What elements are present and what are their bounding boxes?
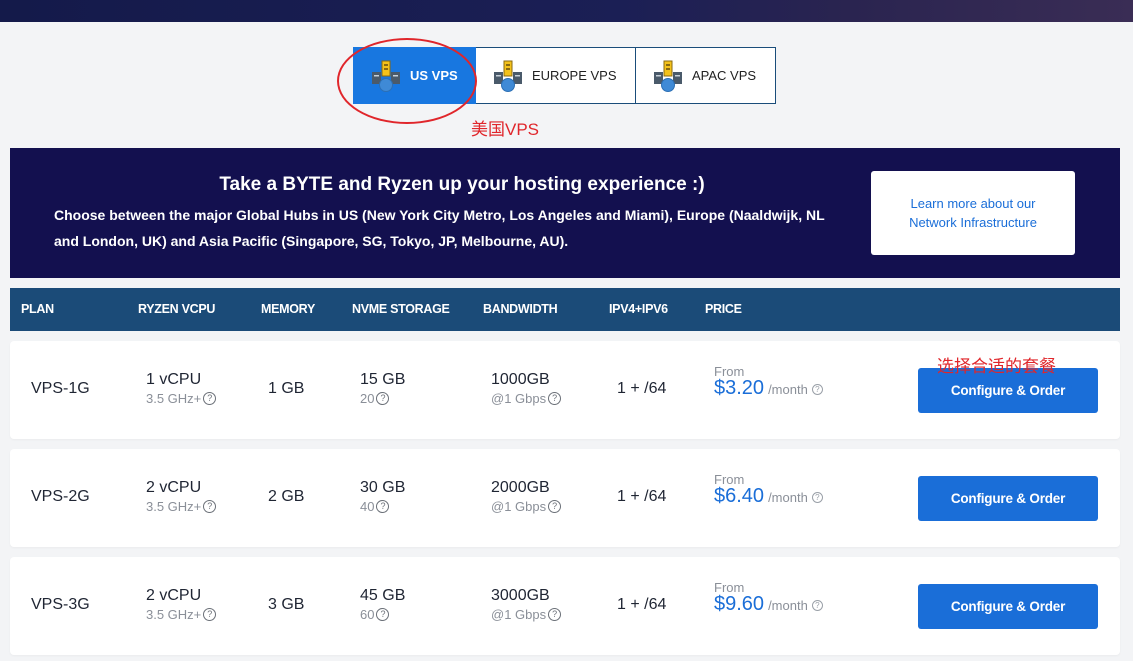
price-cell: From $9.60 /month? <box>714 580 823 616</box>
annotation-us-vps: 美国VPS <box>471 120 540 139</box>
storage-cell: 45 GB 60? <box>360 587 405 622</box>
header-memory: MEMORY <box>261 302 315 316</box>
banner-title: Take a BYTE and Ryzen up your hosting ex… <box>219 174 705 195</box>
price-value: $6.40 <box>714 485 765 507</box>
region-tabs: US VPS EUROPE VPS APAC VPS <box>353 47 776 104</box>
price-value: $9.60 <box>714 593 765 615</box>
header-ryzen-vcpu: RYZEN VCPU <box>138 302 216 316</box>
storage-sub: 20 <box>360 391 375 406</box>
storage-sub: 60 <box>360 607 375 622</box>
bandwidth-cell: 2000GB @1 Gbps? <box>491 479 562 514</box>
plan-name: VPS-1G <box>31 380 90 397</box>
storage-cell: 15 GB 20? <box>360 371 405 406</box>
help-icon[interactable]: ? <box>811 492 823 503</box>
vcpu-speed: 3.5 GHz+ <box>146 499 202 514</box>
hosting-banner: Take a BYTE and Ryzen up your hosting ex… <box>10 148 1120 278</box>
help-icon[interactable]: ? <box>376 500 390 513</box>
table-header: PLAN RYZEN VCPU MEMORY NVME STORAGE BAND… <box>10 288 1120 331</box>
memory-value: 3 GB <box>268 596 305 613</box>
tab-us-vps-label: US VPS <box>410 68 458 83</box>
header-plan: PLAN <box>21 302 54 316</box>
vcpu-value: 2 vCPU <box>146 479 202 496</box>
annotation-choose-plan: 选择合适的套餐 <box>937 357 1056 376</box>
bandwidth-speed: @1 Gbps <box>491 391 547 406</box>
header-bandwidth: BANDWIDTH <box>483 302 558 316</box>
bandwidth-speed: @1 Gbps <box>491 499 547 514</box>
vcpu-value: 1 vCPU <box>146 371 202 388</box>
banner-description: Choose between the major Global Hubs in … <box>54 207 825 249</box>
tab-apac-vps[interactable]: APAC VPS <box>636 47 776 104</box>
vcpu-cell: 2 vCPU 3.5 GHz+? <box>146 587 217 622</box>
ip-value: 1 + /64 <box>617 380 667 397</box>
price-period: /month <box>768 382 808 397</box>
bandwidth-value: 3000GB <box>491 587 550 604</box>
bandwidth-cell: 1000GB @1 Gbps? <box>491 371 562 406</box>
help-icon[interactable]: ? <box>376 392 390 405</box>
storage-sub: 40 <box>360 499 375 514</box>
plan-name: VPS-3G <box>31 596 90 613</box>
storage-cell: 30 GB 40? <box>360 479 405 514</box>
ip-value: 1 + /64 <box>617 488 667 505</box>
learn-more-button[interactable]: Learn more about our Network Infrastruct… <box>871 171 1075 255</box>
help-icon[interactable]: ? <box>203 500 217 513</box>
table-row: VPS-2G 2 vCPU 3.5 GHz+? 2 GB 30 GB 40? 2… <box>10 449 1120 547</box>
ip-value: 1 + /64 <box>617 596 667 613</box>
bandwidth-value: 2000GB <box>491 479 550 496</box>
tab-europe-vps-label: EUROPE VPS <box>532 68 617 83</box>
server-icon <box>372 60 400 92</box>
vcpu-speed: 3.5 GHz+ <box>146 391 202 406</box>
help-icon[interactable]: ? <box>376 608 390 621</box>
help-icon[interactable]: ? <box>811 600 823 611</box>
price-cell: From $3.20 /month? <box>714 364 823 400</box>
memory-value: 2 GB <box>268 488 305 505</box>
price-value: $3.20 <box>714 377 765 399</box>
header-nvme-storage: NVME STORAGE <box>352 302 450 316</box>
vcpu-cell: 1 vCPU 3.5 GHz+? <box>146 371 217 406</box>
help-icon[interactable]: ? <box>811 384 823 395</box>
configure-order-button[interactable]: Configure & Order <box>918 584 1098 629</box>
top-hero-strip <box>0 0 1133 22</box>
bandwidth-value: 1000GB <box>491 371 550 388</box>
vcpu-value: 2 vCPU <box>146 587 202 604</box>
storage-value: 15 GB <box>360 371 406 388</box>
vcpu-cell: 2 vCPU 3.5 GHz+? <box>146 479 217 514</box>
price-period: /month <box>768 490 808 505</box>
storage-value: 30 GB <box>360 479 406 496</box>
help-icon[interactable]: ? <box>548 608 562 621</box>
plan-name: VPS-2G <box>31 488 90 505</box>
bandwidth-speed: @1 Gbps <box>491 607 547 622</box>
help-icon[interactable]: ? <box>548 392 562 405</box>
configure-order-button[interactable]: Configure & Order <box>918 476 1098 521</box>
tab-europe-vps[interactable]: EUROPE VPS <box>476 47 636 104</box>
vcpu-speed: 3.5 GHz+ <box>146 607 202 622</box>
tab-apac-vps-label: APAC VPS <box>692 68 757 83</box>
help-icon[interactable]: ? <box>203 608 217 621</box>
table-row: VPS-3G 2 vCPU 3.5 GHz+? 3 GB 45 GB 60? 3… <box>10 557 1120 655</box>
help-icon[interactable]: ? <box>203 392 217 405</box>
header-price: PRICE <box>705 302 742 316</box>
header-ipv4-ipv6: IPV4+IPV6 <box>609 302 668 316</box>
tab-us-vps[interactable]: US VPS <box>353 47 476 104</box>
bandwidth-cell: 3000GB @1 Gbps? <box>491 587 562 622</box>
storage-value: 45 GB <box>360 587 406 604</box>
price-cell: From $6.40 /month? <box>714 472 823 508</box>
memory-value: 1 GB <box>268 380 305 397</box>
server-icon <box>494 60 522 92</box>
price-period: /month <box>768 598 808 613</box>
server-icon <box>654 60 682 92</box>
help-icon[interactable]: ? <box>548 500 562 513</box>
